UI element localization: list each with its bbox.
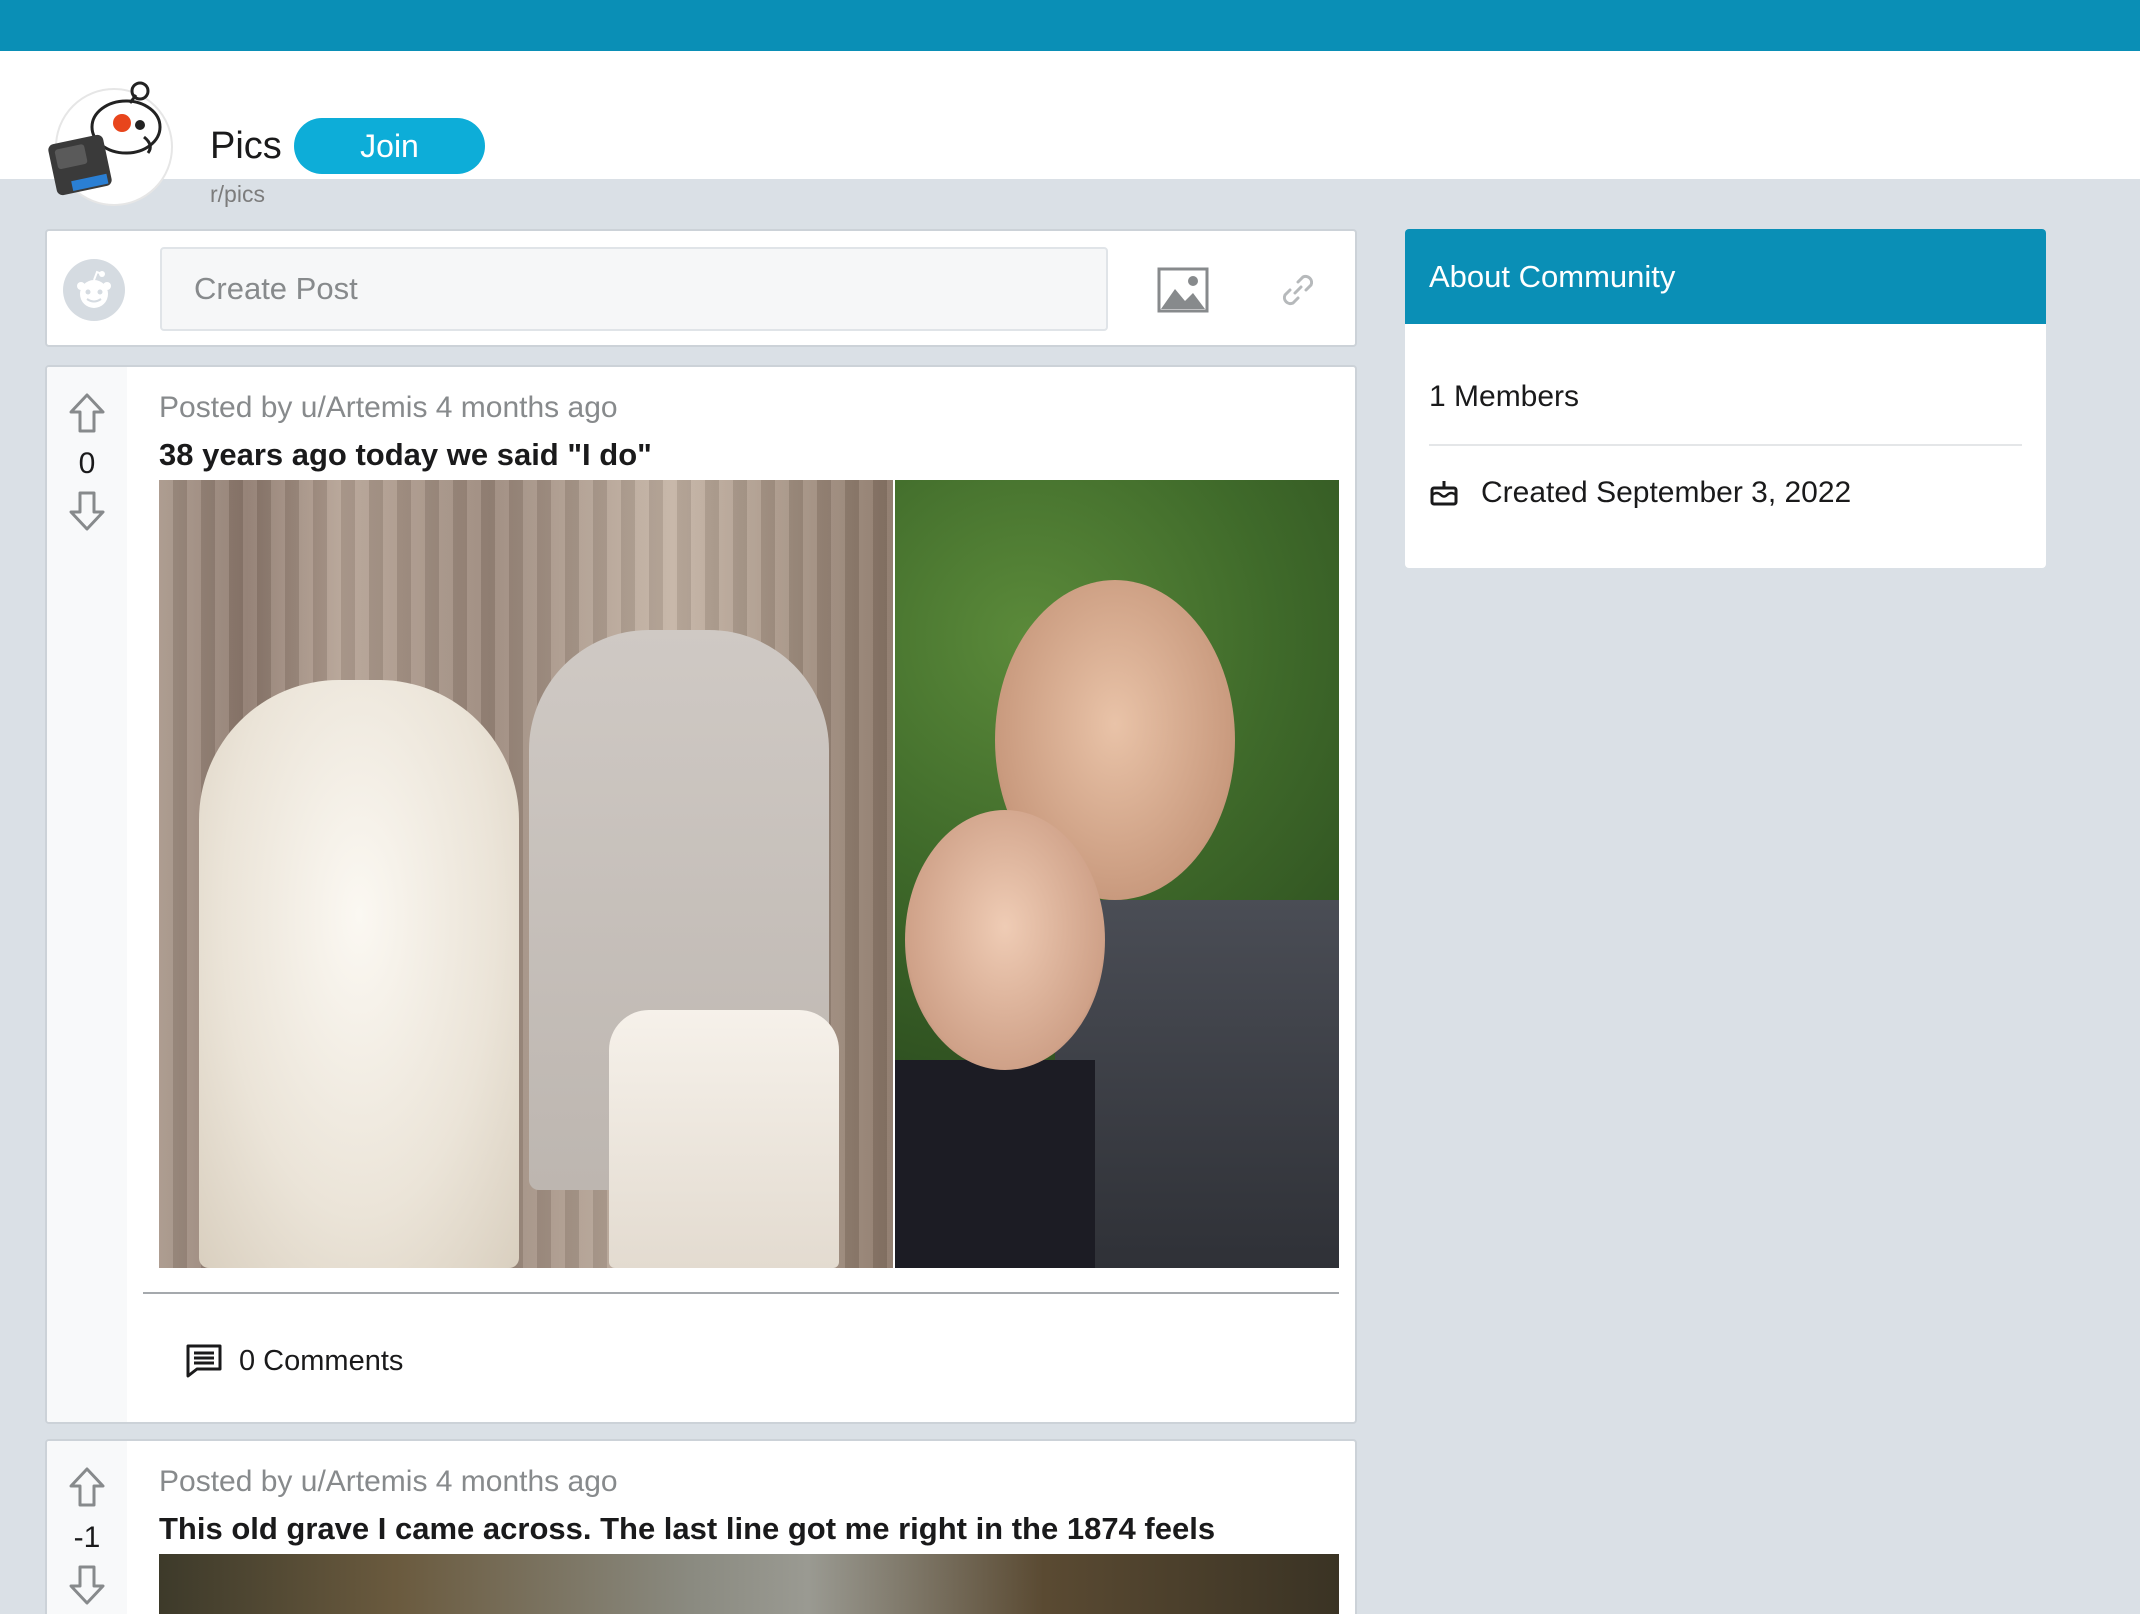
post-divider bbox=[143, 1292, 1339, 1294]
upvote-arrow-icon[interactable] bbox=[65, 391, 109, 435]
members-count: 1 Members bbox=[1429, 380, 1580, 413]
top-bar bbox=[0, 0, 2140, 51]
post-meta: Posted by u/Artemis 4 months ago bbox=[159, 1465, 618, 1498]
comments-button[interactable]: 0 Comments bbox=[185, 1339, 403, 1383]
comments-label: 0 Comments bbox=[239, 1344, 404, 1377]
about-divider bbox=[1429, 444, 2022, 446]
comment-icon bbox=[186, 1344, 222, 1378]
created-date: Created September 3, 2022 bbox=[1429, 476, 1851, 510]
community-header: Pics Join r/pics bbox=[0, 51, 2140, 207]
upvote-arrow-icon[interactable] bbox=[65, 1465, 109, 1509]
couple-selfie-photo bbox=[894, 480, 1339, 1268]
vote-column: -1 bbox=[47, 1441, 127, 1614]
join-button[interactable]: Join bbox=[294, 118, 485, 174]
created-label: Created September 3, 2022 bbox=[1481, 476, 1852, 509]
vote-column: 0 bbox=[47, 367, 127, 1422]
wedding-photo bbox=[159, 480, 893, 1268]
post-meta: Posted by u/Artemis 4 months ago bbox=[159, 391, 618, 424]
community-name: Pics bbox=[210, 125, 282, 167]
post-image[interactable] bbox=[159, 480, 1339, 1268]
create-post-input[interactable] bbox=[160, 247, 1108, 331]
cake-icon bbox=[1430, 481, 1458, 506]
post-card: 0 Posted by u/Artemis 4 months ago 38 ye… bbox=[45, 365, 1357, 1424]
link-icon[interactable] bbox=[1271, 263, 1325, 317]
vote-count: 0 bbox=[78, 447, 96, 480]
post-card: -1 Posted by u/Artemis 4 months ago This… bbox=[45, 1439, 1357, 1614]
downvote-arrow-icon[interactable] bbox=[65, 1563, 109, 1607]
vote-count: -1 bbox=[73, 1521, 101, 1554]
downvote-arrow-icon[interactable] bbox=[65, 489, 109, 533]
about-community-card: About Community 1 Members Created Septem… bbox=[1405, 229, 2046, 568]
about-title: About Community bbox=[1405, 229, 2046, 324]
community-slug: r/pics bbox=[210, 181, 265, 207]
image-icon[interactable] bbox=[1155, 263, 1211, 317]
post-image[interactable] bbox=[159, 1554, 1339, 1614]
reddit-avatar-icon[interactable] bbox=[63, 259, 125, 321]
create-post-card bbox=[45, 229, 1357, 347]
post-title[interactable]: 38 years ago today we said "I do" bbox=[159, 437, 652, 473]
post-title[interactable]: This old grave I came across. The last l… bbox=[159, 1511, 1215, 1547]
reddit-snoo-camera-icon bbox=[48, 81, 173, 206]
